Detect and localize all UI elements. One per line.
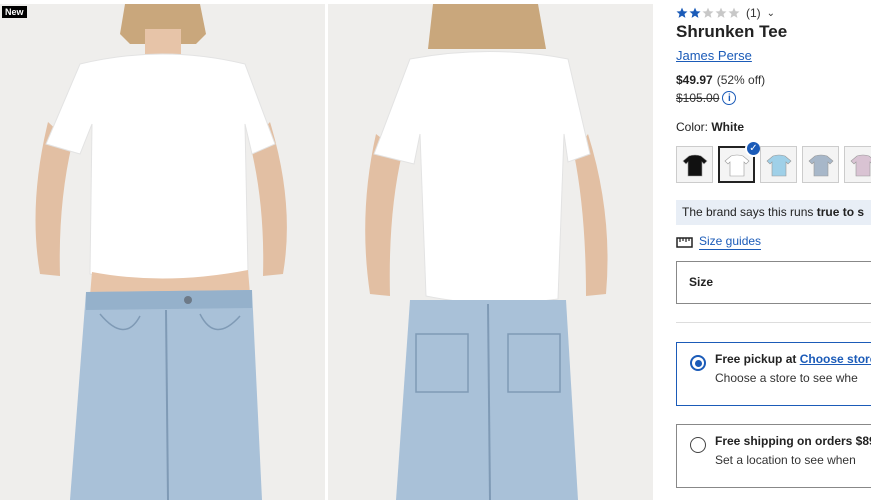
brand-link[interactable]: James Perse: [676, 48, 752, 63]
tee-thumbnail-icon: [682, 154, 707, 176]
pickup-title-row: Free pickup at Choose store: [715, 352, 871, 367]
price-row: $49.97 (52% off): [676, 73, 765, 87]
star-empty-icon: [702, 7, 714, 18]
shipping-option[interactable]: Free shipping on orders $89 Set a locati…: [676, 424, 871, 488]
current-price: $49.97: [676, 73, 713, 87]
pickup-radio[interactable]: [690, 355, 706, 371]
product-info-panel: (1) ⌄ Shrunken Tee James Perse $49.97 (52…: [676, 0, 871, 504]
selected-color: White: [711, 120, 745, 134]
product-title: Shrunken Tee: [676, 22, 788, 41]
info-icon[interactable]: i: [722, 91, 737, 105]
fit-bold-text: true to s: [816, 205, 865, 219]
shipping-title: Free shipping on orders $89: [715, 434, 871, 448]
color-label: Color:: [676, 120, 709, 134]
product-photo-back[interactable]: [328, 4, 653, 500]
front-view-illustration: [0, 4, 325, 500]
ruler-icon: [676, 236, 693, 248]
original-price-row: $105.00 i: [676, 91, 737, 105]
size-select[interactable]: Size: [676, 261, 871, 304]
back-view-illustration: [328, 4, 653, 500]
color-swatches: ✓: [676, 140, 871, 183]
divider: [676, 322, 871, 323]
star-empty-icon: [728, 7, 740, 18]
tee-thumbnail-icon: [724, 154, 749, 176]
star-empty-icon: [715, 7, 727, 18]
swatch-black[interactable]: [676, 146, 713, 183]
swatch-lilac[interactable]: [844, 146, 871, 183]
pickup-title: Free pickup at: [715, 352, 800, 366]
color-label-row: Color: White: [676, 120, 744, 134]
tee-thumbnail-icon: [808, 154, 833, 176]
size-guides[interactable]: Size guides: [676, 234, 762, 250]
star-filled-icon: [689, 7, 701, 18]
fit-text: The brand says this runs: [682, 205, 817, 219]
size-guides-link[interactable]: Size guides: [699, 234, 762, 250]
swatch-white[interactable]: ✓: [718, 140, 762, 183]
choose-store-link[interactable]: Choose store: [800, 352, 871, 366]
rating-summary[interactable]: (1) ⌄: [676, 6, 775, 20]
pickup-option[interactable]: Free pickup at Choose store Choose a sto…: [676, 342, 871, 406]
product-photo-front[interactable]: [0, 4, 325, 500]
chevron-down-icon: ⌄: [766, 7, 776, 19]
tee-thumbnail-icon: [850, 154, 871, 176]
new-badge: New: [2, 6, 27, 18]
shipping-subtext: Set a location to see when: [715, 453, 856, 467]
star-rating: [676, 7, 740, 19]
swatch-blue-gray[interactable]: [802, 146, 839, 183]
fit-banner: The brand says this runs true to s: [676, 200, 871, 225]
pickup-subtext: Choose a store to see whe: [715, 371, 858, 385]
original-price: $105.00: [676, 91, 720, 105]
tee-thumbnail-icon: [766, 154, 791, 176]
discount-percent: (52% off): [716, 73, 766, 87]
star-filled-icon: [676, 7, 688, 18]
shipping-radio[interactable]: [690, 437, 706, 453]
rating-count: (1): [746, 6, 761, 20]
swatch-light-blue[interactable]: [760, 146, 797, 183]
